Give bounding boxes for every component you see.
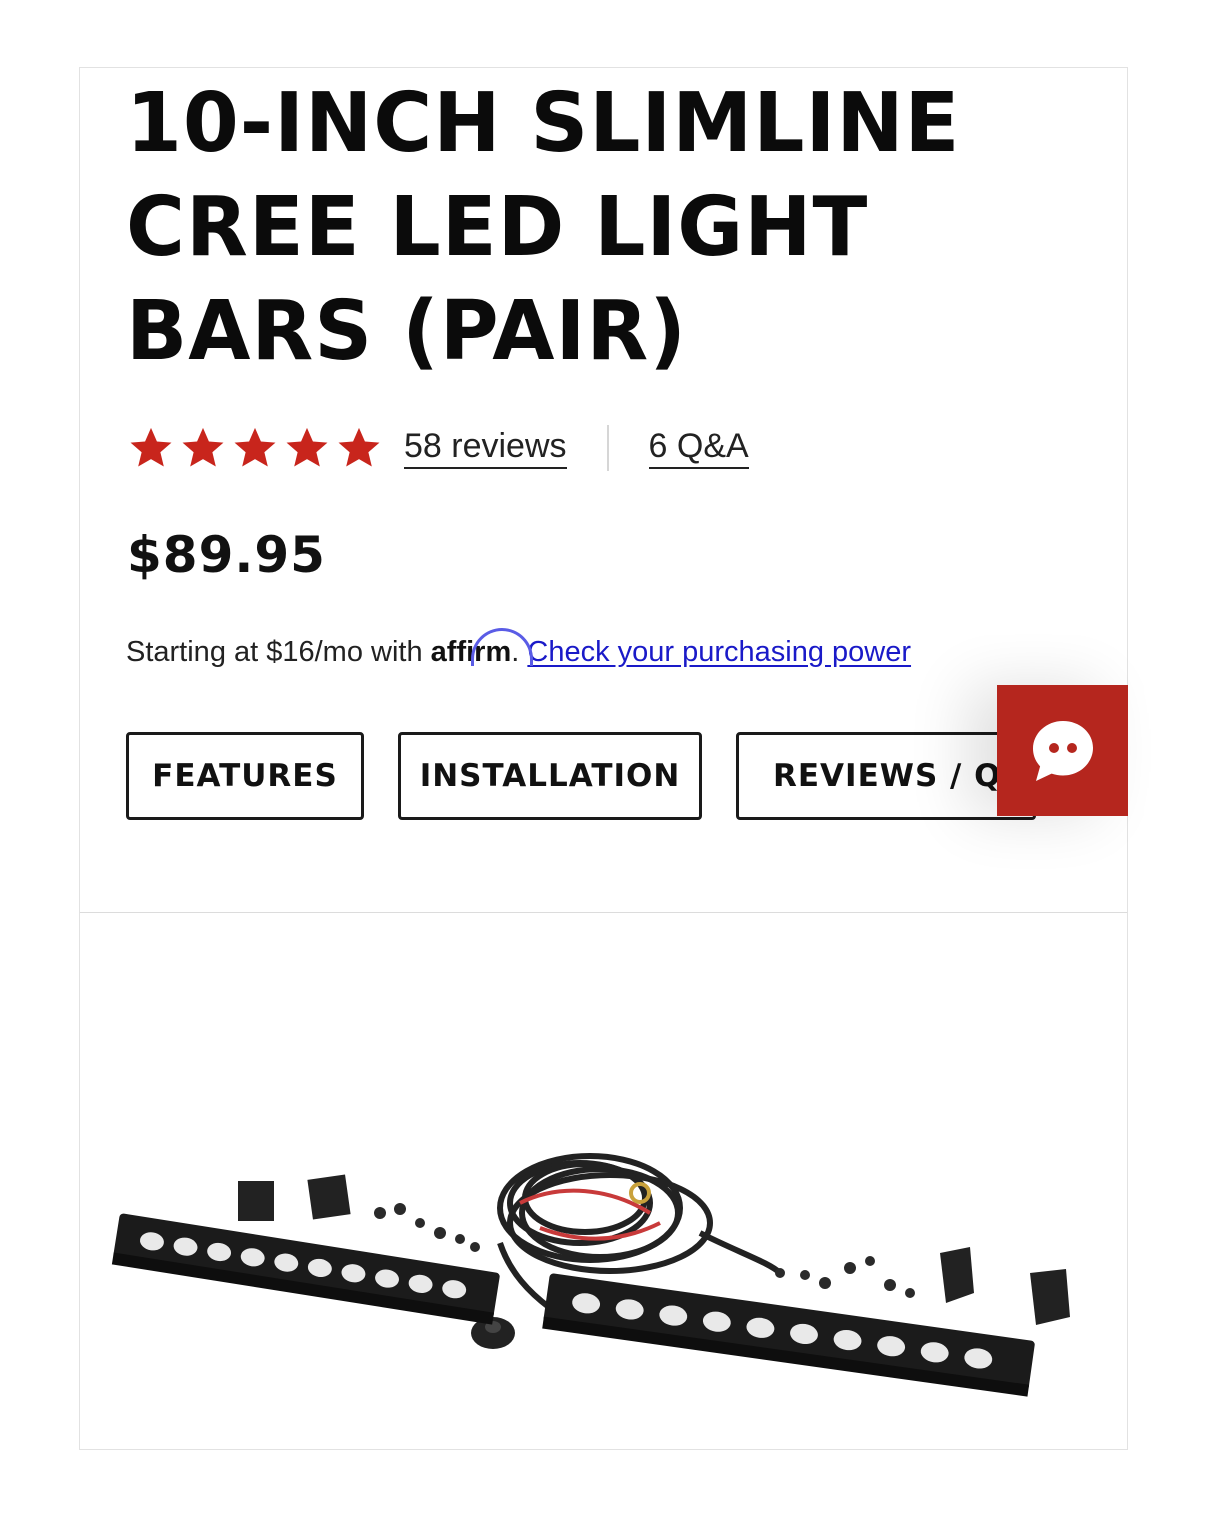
star-icon (336, 426, 382, 470)
led-light-bar-kit-image (111, 1153, 1070, 1397)
star-icon (128, 426, 174, 470)
affirm-arc-icon (470, 628, 533, 666)
chat-button[interactable] (997, 685, 1128, 816)
product-summary-card: 10-INCH SLIMLINE CREE LED LIGHT BARS (PA… (79, 67, 1128, 914)
tab-features[interactable]: FEATURES (126, 732, 364, 820)
financing-message: Starting at $16/mo with affirm. Check yo… (126, 628, 911, 669)
qa-link[interactable]: 6 Q&A (648, 427, 749, 469)
divider (606, 425, 609, 471)
product-price: $89.95 (127, 526, 326, 584)
tab-reviews-qa[interactable]: REVIEWS / QA (736, 732, 1036, 820)
star-rating[interactable] (128, 426, 382, 470)
affirm-logo: affirm (431, 628, 533, 668)
product-image-gallery[interactable] (79, 913, 1128, 1450)
purchasing-power-link[interactable]: Check your purchasing power (527, 636, 911, 668)
star-icon (284, 426, 330, 470)
rating-row: 58 reviews 6 Q&A (128, 418, 749, 478)
star-icon (180, 426, 226, 470)
star-icon (232, 426, 278, 470)
financing-prefix: Starting at $16/mo with (126, 636, 423, 668)
product-title: 10-INCH SLIMLINE CREE LED LIGHT BARS (PA… (126, 76, 961, 379)
chat-bubble-icon (1032, 720, 1093, 781)
tab-installation[interactable]: INSTALLATION (398, 732, 702, 820)
section-tabs: FEATURES INSTALLATION REVIEWS / QA (126, 732, 1036, 820)
reviews-link[interactable]: 58 reviews (404, 427, 567, 469)
